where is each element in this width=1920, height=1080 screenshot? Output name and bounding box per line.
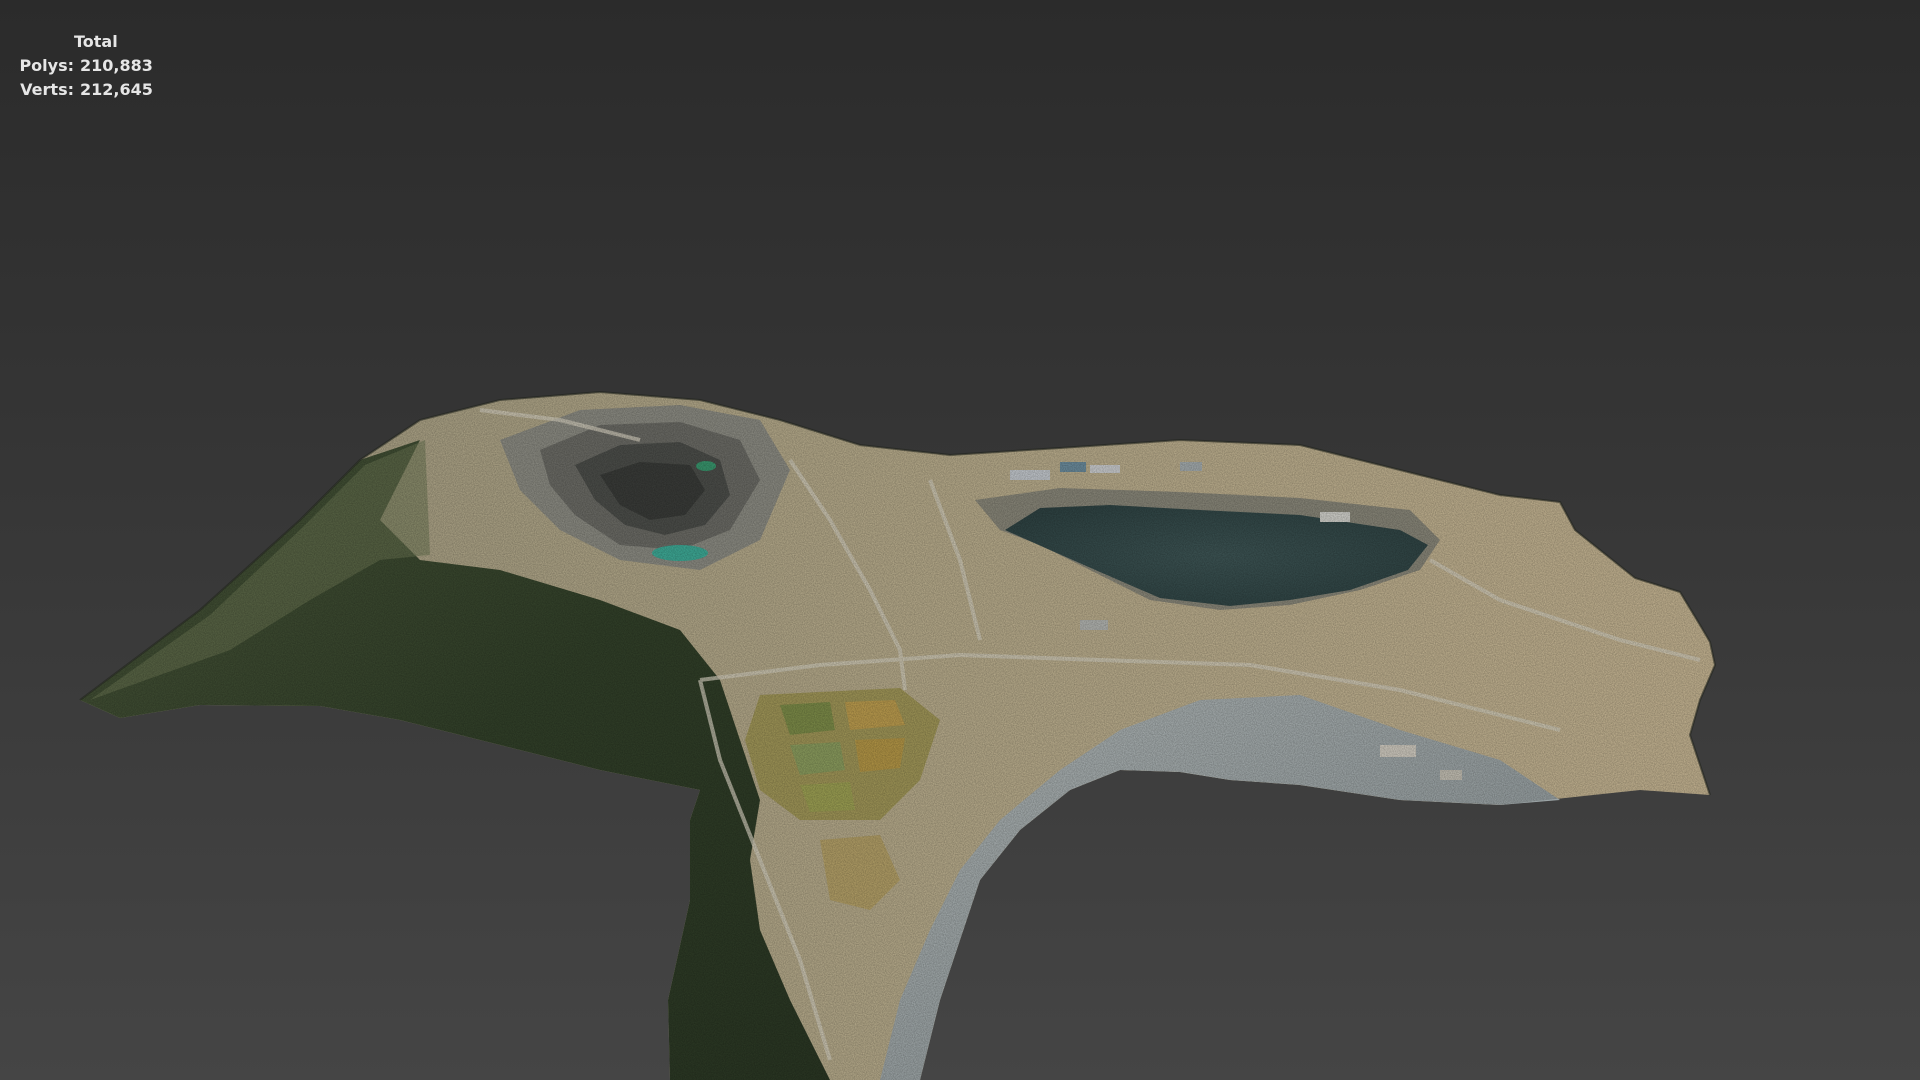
verts-label: Verts:: [20, 80, 74, 99]
terrain-mesh[interactable]: [0, 0, 1920, 1080]
polys-row: Polys: 210,883: [14, 54, 153, 78]
3d-viewport[interactable]: Total Polys: 210,883 Verts: 212,645: [0, 0, 1920, 1080]
polys-label: Polys:: [19, 56, 74, 75]
stats-title: Total: [74, 32, 118, 51]
polys-value: 210,883: [80, 56, 153, 75]
verts-value: 212,645: [80, 80, 153, 99]
polycount-stats-overlay: Total Polys: 210,883 Verts: 212,645: [14, 30, 153, 102]
verts-row: Verts: 212,645: [14, 78, 153, 102]
